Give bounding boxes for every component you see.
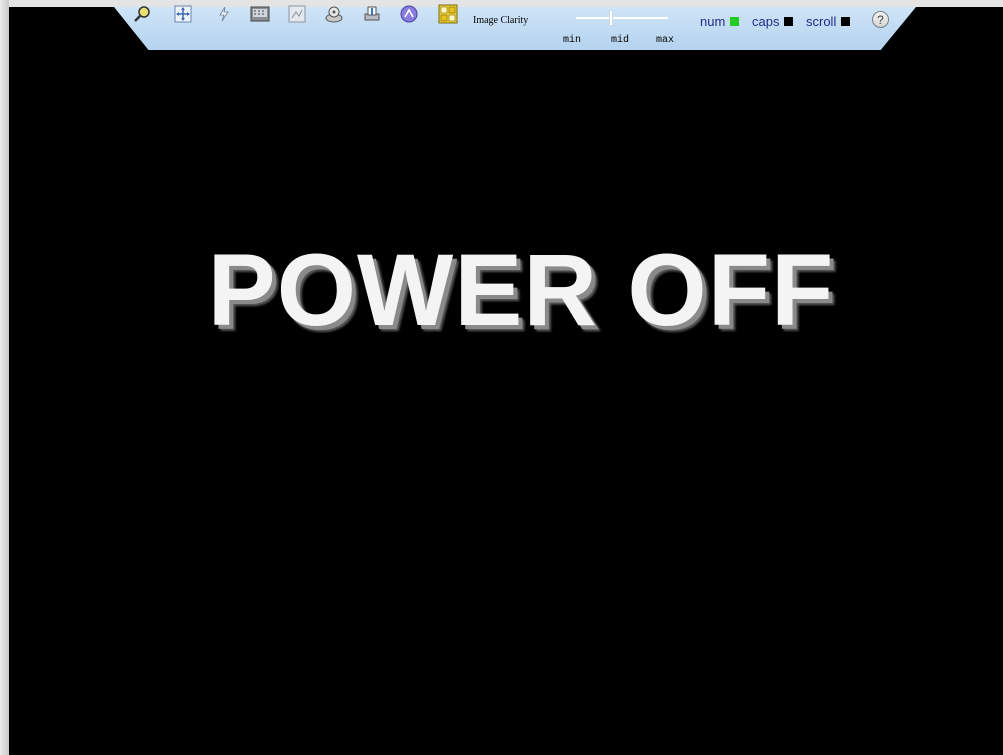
scroll-lock-indicator: scroll [806, 14, 851, 29]
num-lock-led [730, 17, 740, 26]
fit-screen-icon[interactable] [173, 4, 193, 24]
keyboard-icon[interactable] [250, 4, 270, 24]
slider-min-label: min [563, 35, 582, 46]
lightning-icon[interactable] [214, 4, 234, 24]
caps-lock-indicator: caps [752, 14, 794, 29]
connect-icon[interactable] [132, 4, 152, 24]
console-toolbar [114, 7, 916, 50]
scroll-lock-label: scroll [806, 14, 837, 29]
color-icon[interactable] [399, 4, 419, 24]
window-left-border [0, 0, 9, 755]
slider-max-label: max [656, 35, 675, 46]
power-off-message: POWER OFF [207, 233, 835, 347]
help-button[interactable]: ? [872, 11, 889, 28]
caps-lock-led [784, 17, 794, 26]
image-clarity-slider-thumb[interactable] [609, 10, 613, 26]
help-icon: ? [877, 12, 884, 27]
num-lock-indicator: num [700, 14, 740, 29]
remote-screen[interactable]: POWER OFF [9, 7, 1003, 755]
remote-console-window: POWER OFF Image Clarity min mid max num … [0, 0, 1003, 755]
image-clarity-label: Image Clarity [473, 15, 529, 26]
print-icon[interactable] [362, 4, 382, 24]
slider-mid-label: mid [611, 35, 630, 46]
mouse-sync-icon[interactable] [438, 4, 458, 24]
num-lock-label: num [700, 14, 726, 29]
caps-lock-label: caps [752, 14, 780, 29]
screenshot-icon[interactable] [287, 4, 307, 24]
scroll-lock-led [841, 17, 851, 26]
virtual-media-icon[interactable] [324, 4, 344, 24]
image-clarity-slider[interactable] [576, 17, 668, 19]
